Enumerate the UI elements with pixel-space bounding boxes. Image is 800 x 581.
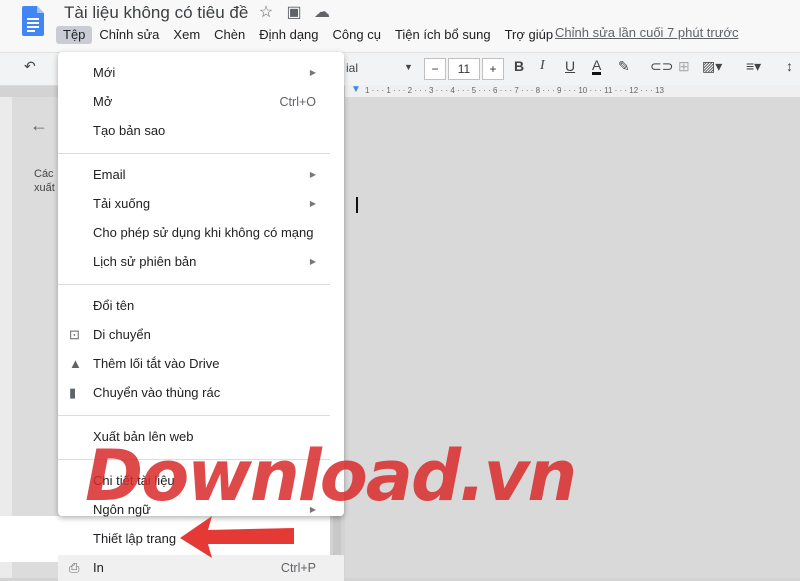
header-bar: Tài liệu không có tiêu đề ☆ ▣ ☁ Tệp Chỉn…: [0, 0, 800, 52]
menu-edit[interactable]: Chỉnh sửa: [92, 26, 166, 44]
menu-item-download[interactable]: Tải xuống ▶: [58, 191, 344, 217]
document-outline-panel: ← Các xuất: [12, 97, 62, 578]
font-dropdown-icon[interactable]: ▼: [404, 62, 413, 72]
link-icon[interactable]: ⊂⊃: [650, 58, 673, 75]
star-icon[interactable]: ☆: [256, 2, 276, 22]
underline-icon[interactable]: U: [565, 58, 575, 74]
undo-icon[interactable]: ↶: [24, 58, 36, 75]
submenu-arrow-icon: ▶: [309, 170, 316, 179]
document-title[interactable]: Tài liệu không có tiêu đề: [64, 3, 248, 23]
line-spacing-icon[interactable]: ↕: [786, 58, 793, 74]
text-cursor: [356, 197, 358, 213]
menu-divider: [58, 153, 330, 154]
menu-divider: [58, 284, 330, 285]
watermark-logo: Download.vn: [85, 435, 577, 517]
drive-shortcut-icon: ▲: [69, 356, 82, 371]
ruler-ticks: 1 · · · 1 · · · 2 · · · 3 · · · 4 · · · …: [365, 86, 664, 95]
folder-move-icon[interactable]: ▣: [284, 2, 304, 22]
menu-item-offline[interactable]: Cho phép sử dụng khi không có mạng: [58, 220, 344, 246]
font-family-select[interactable]: ial: [346, 61, 358, 75]
comment-icon[interactable]: ⊞: [678, 58, 690, 75]
printer-icon: ⎙: [69, 560, 80, 575]
font-size-input[interactable]: 11: [448, 58, 480, 80]
menu-help[interactable]: Trợ giúp: [498, 26, 561, 44]
indent-marker-icon[interactable]: ▼: [351, 84, 361, 95]
menu-tools[interactable]: Công cụ: [326, 26, 388, 44]
folder-move-icon: ⊡: [69, 327, 80, 342]
outline-text-2: xuất: [34, 182, 55, 194]
increase-font-button[interactable]: +: [482, 58, 504, 80]
menu-item-rename[interactable]: Đổi tên: [58, 293, 344, 319]
menu-item-email[interactable]: Email ▶: [58, 162, 344, 188]
menu-item-move[interactable]: ⊡ Di chuyển: [58, 322, 344, 348]
docs-logo-icon[interactable]: [22, 6, 44, 36]
bold-icon[interactable]: B: [514, 58, 524, 74]
menu-item-copy[interactable]: Tạo bản sao: [58, 118, 344, 144]
menu-addons[interactable]: Tiện ích bổ sung: [388, 26, 498, 44]
menu-item-trash[interactable]: ▮ Chuyển vào thùng rác: [58, 380, 344, 406]
highlight-icon[interactable]: ✎: [618, 58, 630, 75]
menu-item-add-shortcut[interactable]: ▲ Thêm lối tắt vào Drive: [58, 351, 344, 377]
last-edit-link[interactable]: Chỉnh sửa lần cuối 7 phút trước: [555, 25, 738, 40]
menu-item-new[interactable]: Mới ▶: [58, 60, 344, 86]
outline-text-1: Các: [34, 168, 54, 180]
submenu-arrow-icon: ▶: [309, 199, 316, 208]
image-icon[interactable]: ▨▾: [702, 58, 722, 75]
menu-bar: Tệp Chỉnh sửa Xem Chèn Định dạng Công cụ…: [56, 26, 560, 44]
menu-insert[interactable]: Chèn: [207, 26, 252, 44]
italic-icon[interactable]: I: [540, 58, 545, 74]
menu-format[interactable]: Định dạng: [252, 26, 325, 44]
decrease-font-button[interactable]: −: [424, 58, 446, 80]
menu-item-version-history[interactable]: Lịch sử phiên bản ▶: [58, 249, 344, 275]
cloud-status-icon[interactable]: ☁: [312, 2, 332, 22]
menu-divider: [58, 415, 330, 416]
text-color-icon[interactable]: A: [592, 58, 602, 75]
horizontal-ruler: ▼ 1 · · · 1 · · · 2 · · · 3 · · · 4 · · …: [345, 84, 800, 97]
pointer-arrow-icon: [180, 516, 294, 558]
trash-icon: ▮: [69, 385, 77, 400]
menu-file[interactable]: Tệp: [56, 26, 93, 44]
menu-item-open[interactable]: Mở Ctrl+O: [58, 89, 344, 115]
submenu-arrow-icon: ▶: [309, 68, 316, 77]
align-icon[interactable]: ≡▾: [746, 58, 761, 75]
back-arrow-icon[interactable]: ←: [30, 115, 48, 136]
submenu-arrow-icon: ▶: [309, 257, 316, 266]
menu-view[interactable]: Xem: [166, 26, 207, 44]
